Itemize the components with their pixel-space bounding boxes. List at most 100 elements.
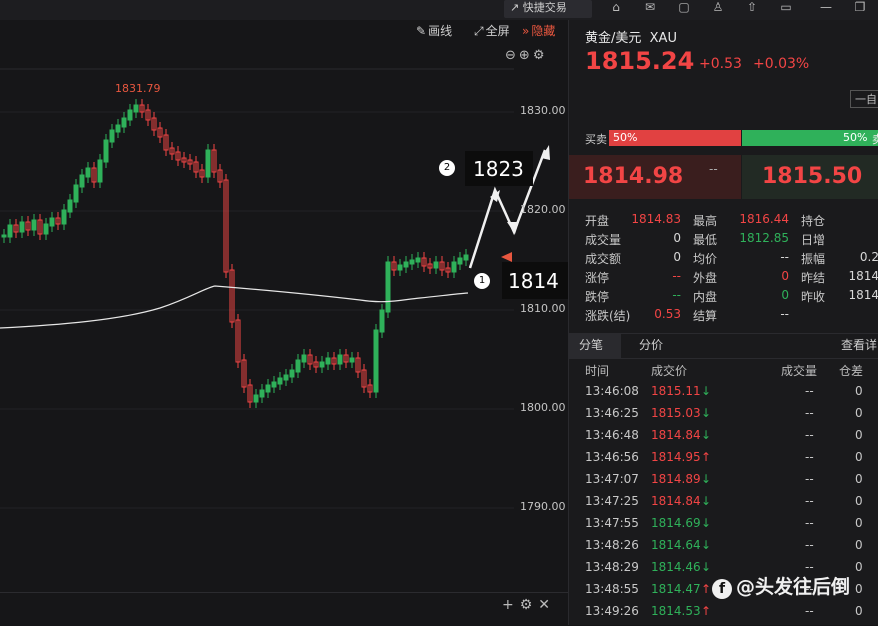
candle-body (301, 354, 307, 363)
tab-price-dist[interactable]: 分价 (639, 334, 663, 358)
ask-box[interactable]: 1815.50 (742, 155, 878, 199)
watermark: f @头发往后倒 (712, 572, 850, 599)
y-tick-label: 1790.00 (520, 500, 566, 513)
candle-body (457, 257, 463, 265)
table-cell: -- (805, 604, 814, 618)
candle-body (451, 261, 457, 273)
view-details-link[interactable]: 查看详 (841, 334, 877, 358)
stat-value: 1816.44 (739, 212, 789, 226)
restore-icon[interactable]: ❐ (850, 0, 870, 16)
table-cell: 1814.46 (651, 560, 701, 574)
table-cell: -- (805, 384, 814, 398)
table-cell: 1814.84 (651, 428, 701, 442)
y-tick-label: 1820.00 (520, 203, 566, 216)
candle-body (85, 167, 91, 178)
candle-body (385, 261, 391, 313)
quick-trade-label: 快捷交易 (522, 1, 567, 14)
table-row[interactable]: 13:48:26 1814.64 ↓ -- 0 (569, 535, 878, 557)
stat-value: 1814 (848, 269, 878, 283)
table-cell: 1814.89 (651, 472, 701, 486)
stat-label: 日增 (801, 233, 826, 247)
stat-label: 外盘 (693, 271, 718, 285)
stat-value: 1814 (848, 288, 878, 302)
stat-value: -- (672, 288, 681, 302)
candle-body (133, 104, 139, 113)
lightning-icon: ↗ (510, 1, 520, 14)
table-row[interactable]: 13:47:55 1814.69 ↓ -- 0 (569, 513, 878, 535)
table-cell: -- (805, 516, 814, 530)
add-icon[interactable]: + (502, 597, 520, 613)
tab-ticks[interactable]: 分笔 (569, 334, 621, 358)
stats-row: 成交量 0 最低 1812.85 日增 (569, 231, 878, 250)
arrow-up-icon: ↑ (701, 582, 712, 596)
candle-body (43, 223, 49, 235)
table-cell: 1814.95 (651, 450, 701, 464)
table-cell: 13:47:25 (585, 494, 639, 508)
candle-body (115, 124, 121, 133)
annotation-value: 1814 (508, 269, 559, 293)
table-cell: 0 (855, 494, 863, 508)
quick-trade-button[interactable]: ↗ 快捷交易 (504, 0, 592, 18)
bell-icon[interactable]: ⌂ (606, 0, 626, 16)
table-row[interactable]: 13:46:56 1814.95 ↑ -- 0 (569, 447, 878, 469)
annotation-number: 1 (474, 273, 490, 289)
candle-body (373, 329, 379, 393)
table-cell: 1815.11 (651, 384, 701, 398)
yi-button[interactable]: 一自 (850, 90, 878, 108)
table-cell: 13:46:25 (585, 406, 639, 420)
table-row[interactable]: 13:47:25 1814.84 ↓ -- 0 (569, 491, 878, 513)
table-row[interactable]: 13:49:26 1814.53 ↑ -- 0 (569, 601, 878, 623)
table-cell: 13:47:55 (585, 516, 639, 530)
price-change: +0.53 (699, 56, 742, 72)
candle-body (325, 357, 331, 365)
candle-body (79, 174, 85, 188)
candle-body (283, 374, 289, 381)
bid-ask-panel: 1814.98 -- 1815.50 (569, 155, 878, 199)
mail-icon[interactable]: ✉ (640, 0, 660, 16)
stats-row: 涨停 -- 外盘 0 昨结 1814 (569, 269, 878, 288)
candle-body (319, 361, 325, 368)
table-cell: 1814.47 (651, 582, 701, 596)
table-cell: 1814.84 (651, 494, 701, 508)
y-tick-label: 1830.00 (520, 104, 566, 117)
candle-body (403, 261, 409, 268)
candle-body (277, 377, 283, 385)
stat-label: 跌停 (585, 290, 610, 304)
table-cell: 1815.03 (651, 406, 701, 420)
candle-body (265, 384, 271, 393)
table-row[interactable]: 13:46:25 1815.03 ↓ -- 0 (569, 403, 878, 425)
candle-body (127, 109, 133, 121)
arrow-up-icon: ↑ (701, 604, 712, 618)
chat-icon[interactable]: ▢ (674, 0, 694, 16)
user-icon[interactable]: ♙ (708, 0, 728, 16)
table-cell: 13:47:07 (585, 472, 639, 486)
stat-label: 成交额 (585, 252, 622, 266)
candle-body (295, 359, 301, 373)
bid-mid: -- (709, 162, 718, 176)
tab-bar: 分笔 分价 查看详 (569, 333, 878, 359)
minimize-icon[interactable]: — (816, 0, 836, 16)
candle-body (337, 354, 343, 365)
table-cell: 0 (855, 538, 863, 552)
stat-label: 开盘 (585, 214, 610, 228)
trades-header: 时间 成交价 成交量 仓差 (585, 364, 864, 378)
table-row[interactable]: 13:46:48 1814.84 ↓ -- 0 (569, 425, 878, 447)
close-icon[interactable]: ✕ (538, 597, 556, 613)
table-row[interactable]: 13:47:07 1814.89 ↓ -- 0 (569, 469, 878, 491)
logo-icon: f (712, 579, 732, 599)
symbol-title: 黄金/美元 XAU (585, 31, 677, 46)
settings-gear-icon[interactable]: ⚙ (520, 597, 539, 613)
table-cell: 13:46:48 (585, 428, 639, 442)
share-icon[interactable]: ⇧ (742, 0, 762, 16)
bid-box[interactable]: 1814.98 -- (569, 155, 741, 199)
y-tick-label: 1810.00 (520, 302, 566, 315)
table-cell: -- (805, 428, 814, 442)
arrow-head-icon (541, 145, 550, 160)
candle-body (97, 159, 103, 183)
table-cell: -- (805, 406, 814, 420)
window-icon[interactable]: ▭ (776, 0, 796, 16)
table-cell: 0 (855, 472, 863, 486)
table-cell: -- (805, 450, 814, 464)
table-row[interactable]: 13:46:08 1815.11 ↓ -- 0 (569, 381, 878, 403)
table-cell: 0 (855, 384, 863, 398)
